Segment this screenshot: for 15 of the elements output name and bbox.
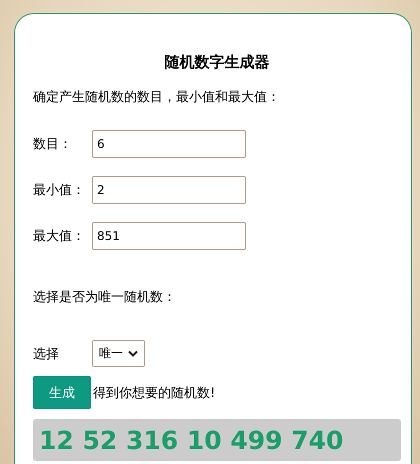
field-label: 最大值： [33,228,86,245]
input-field[interactable]: 2 [92,176,246,204]
instruction-text: 确定产生随机数的数目，最小值和最大值： [33,90,281,106]
unique-dropdown[interactable]: 唯一 [92,340,145,367]
generate-hint: 得到你想要的随机数! [93,384,216,402]
field-label: 最小值： [33,182,86,199]
choice-label: 选择 [33,346,60,362]
unique-prompt: 选择是否为唯一随机数： [33,289,177,306]
input-field[interactable]: 6 [92,130,246,158]
page-title: 随机数字生成器 [164,52,270,72]
caret-icon [128,350,138,357]
generate-button[interactable]: 生成 [33,376,91,409]
field-label: 数目： [33,136,73,153]
result-numbers: 12 52 316 10 499 740 [33,419,401,461]
input-field[interactable]: 851 [92,222,246,250]
